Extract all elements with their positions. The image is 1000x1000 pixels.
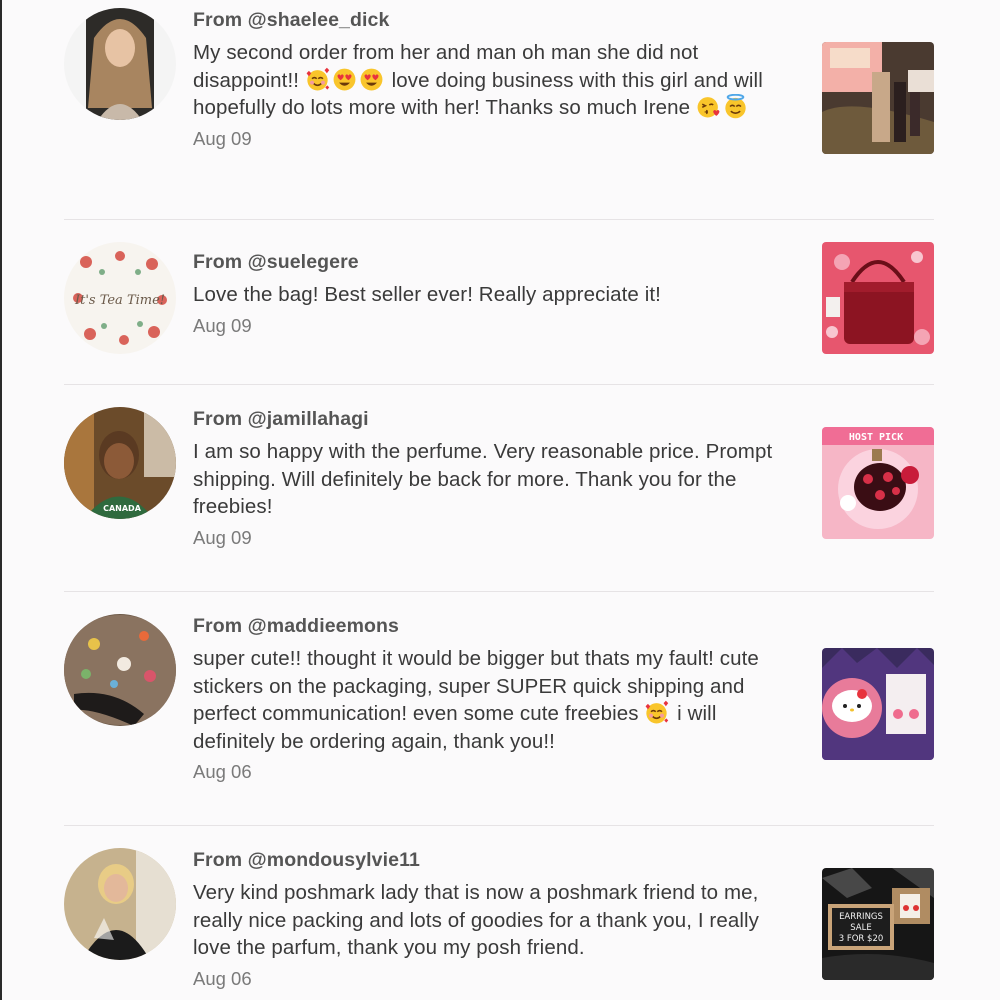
review-item: It's Tea Time! From @suelegere Love the … xyxy=(64,220,934,385)
smiling-face-with-halo-icon xyxy=(723,94,748,119)
sign-line: SALE xyxy=(850,923,871,933)
reviewer-username[interactable]: From @suelegere xyxy=(193,250,793,274)
sign-line: EARRINGS xyxy=(839,912,883,922)
review-item: From @maddieemons super cute!! thought i… xyxy=(64,592,934,826)
host-pick-badge: HOST PICK xyxy=(849,432,903,443)
heart-eyes-icon xyxy=(332,67,357,92)
product-thumbnail[interactable] xyxy=(822,648,934,760)
product-thumbnail[interactable]: EARRINGS SALE 3 FOR $20 xyxy=(822,868,934,980)
review-text: super cute!! thought it would be bigger … xyxy=(193,645,793,755)
face-blowing-kiss-icon xyxy=(696,94,721,119)
reviewer-username[interactable]: From @jamillahagi xyxy=(193,407,793,431)
reviewer-avatar[interactable] xyxy=(64,614,176,726)
heart-eyes-icon xyxy=(359,67,384,92)
reviewer-avatar[interactable] xyxy=(64,848,176,960)
sign-line: 3 FOR $20 xyxy=(839,934,884,944)
review-body: From @suelegere Love the bag! Best selle… xyxy=(193,250,793,337)
review-body: From @maddieemons super cute!! thought i… xyxy=(193,614,793,783)
review-item: CANADA From @jamillahagi I am so happy w… xyxy=(64,385,934,592)
review-text: Love the bag! Best seller ever! Really a… xyxy=(193,283,661,306)
reviews-list: From @shaelee_dick My second order from … xyxy=(0,0,1000,1000)
review-item: From @mondousylvie11 Very kind poshmark … xyxy=(64,826,934,1000)
reviewer-username[interactable]: From @maddieemons xyxy=(193,614,793,638)
review-body: From @jamillahagi I am so happy with the… xyxy=(193,407,793,549)
reviewer-username[interactable]: From @mondousylvie11 xyxy=(193,848,793,872)
review-date: Aug 06 xyxy=(193,761,252,782)
reviewer-avatar[interactable]: CANADA xyxy=(64,407,176,519)
product-thumbnail[interactable] xyxy=(822,242,934,354)
reviewer-avatar[interactable] xyxy=(64,8,176,120)
review-text: I am so happy with the perfume. Very rea… xyxy=(193,440,773,518)
reviewer-avatar[interactable]: It's Tea Time! xyxy=(64,242,176,354)
review-body: From @mondousylvie11 Very kind poshmark … xyxy=(193,848,793,990)
svg-text:CANADA: CANADA xyxy=(103,504,142,513)
avatar-caption: It's Tea Time! xyxy=(74,293,165,308)
review-item: From @shaelee_dick My second order from … xyxy=(64,8,934,220)
review-date: Aug 09 xyxy=(193,127,252,149)
smiling-face-with-hearts-icon xyxy=(305,67,330,92)
review-date: Aug 09 xyxy=(193,526,252,548)
review-text: Very kind poshmark lady that is now a po… xyxy=(193,881,760,959)
review-body: From @shaelee_dick My second order from … xyxy=(193,8,793,150)
product-thumbnail[interactable]: HOST PICK xyxy=(822,427,934,539)
product-thumbnail[interactable] xyxy=(822,42,934,154)
review-text: My second order from her and man oh man … xyxy=(193,39,793,122)
reviewer-username[interactable]: From @shaelee_dick xyxy=(193,8,793,32)
smiling-face-with-hearts-icon xyxy=(644,700,669,725)
review-date: Aug 09 xyxy=(193,314,252,336)
review-date: Aug 06 xyxy=(193,967,252,989)
